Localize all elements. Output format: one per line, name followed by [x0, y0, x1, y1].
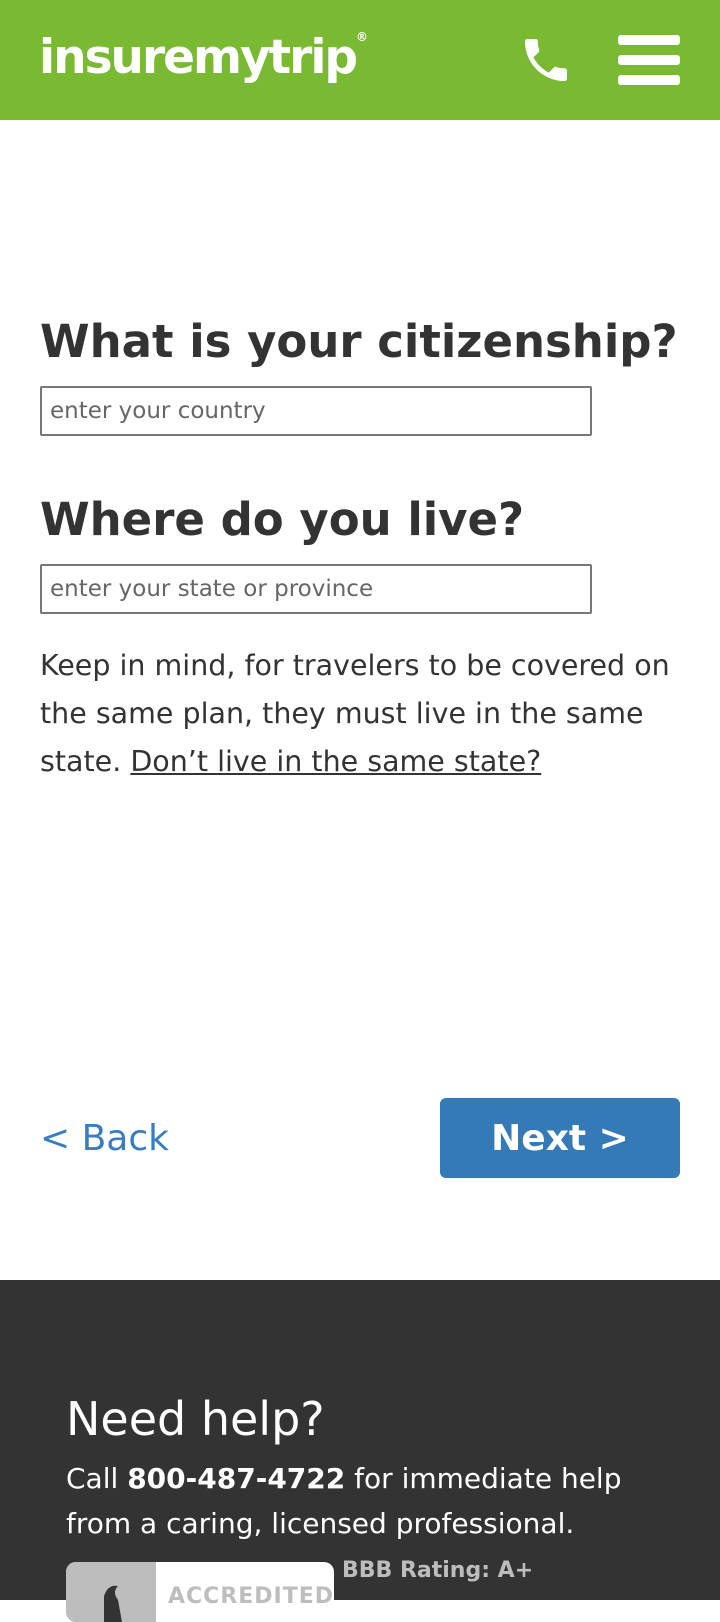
- bbb-logo-icon: [66, 1562, 156, 1622]
- country-input[interactable]: [40, 386, 592, 436]
- residence-heading: Where do you live?: [40, 493, 525, 546]
- menu-bar: [618, 75, 680, 85]
- menu-bar: [618, 35, 680, 45]
- top-header: insuremytrip ®: [0, 0, 720, 120]
- back-link[interactable]: < Back: [40, 1114, 169, 1164]
- phone-icon[interactable]: [518, 32, 574, 88]
- call-prefix: Call: [66, 1462, 119, 1495]
- different-state-link[interactable]: Don’t live in the same state?: [130, 745, 541, 778]
- citizenship-heading: What is your citizenship?: [40, 315, 678, 368]
- need-help-title: Need help?: [66, 1392, 325, 1446]
- phone-number[interactable]: 800-487-4722: [127, 1462, 345, 1495]
- help-text: Call 800-487-4722 for immediate help fro…: [66, 1456, 666, 1546]
- bbb-accredited-text: ACCREDITED: [168, 1584, 334, 1609]
- same-state-note: Keep in mind, for travelers to be covere…: [40, 642, 680, 786]
- registered-mark: ®: [356, 30, 368, 44]
- state-province-input[interactable]: [40, 564, 592, 614]
- bbb-rating: BBB Rating: A+: [342, 1558, 534, 1583]
- menu-bar: [618, 55, 680, 65]
- insuremytrip-logo[interactable]: insuremytrip: [39, 26, 358, 90]
- help-footer: Need help? Call 800-487-4722 for immedia…: [0, 1280, 720, 1622]
- next-button[interactable]: Next >: [440, 1098, 680, 1178]
- bbb-accredited-badge[interactable]: ACCREDITED: [66, 1562, 334, 1622]
- hamburger-menu-icon[interactable]: [618, 35, 680, 87]
